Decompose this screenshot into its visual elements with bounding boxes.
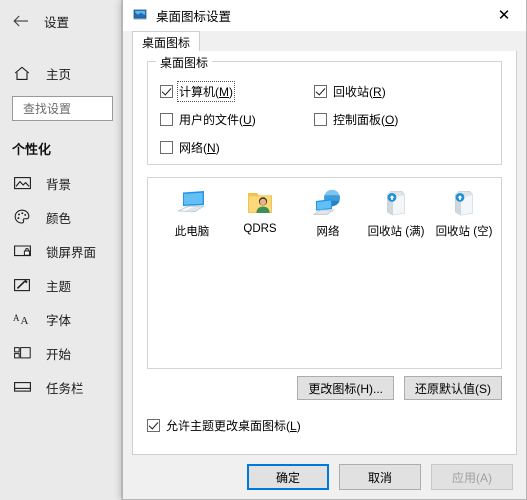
sidebar-item-themes[interactable]: 主题	[0, 268, 121, 302]
preview-item-recycle-bin-full[interactable]: 回收站 (满)	[362, 187, 430, 239]
preview-caption-recycle-bin-full: 回收站 (满)	[367, 226, 425, 238]
dialog-tabpage: 桌面图标 计算机(M) 回收站(R) 用户的文件(U) 控制面板(O) 网络(N…	[132, 51, 517, 455]
sidebar-item-label-home: 主页	[46, 67, 72, 82]
close-icon[interactable]: ✕	[482, 0, 526, 29]
taskbar-icon	[12, 377, 32, 397]
this-pc-icon	[176, 187, 208, 219]
sidebar-item-home[interactable]: 主页	[0, 56, 121, 90]
checkbox-control-panel[interactable]: 控制面板(O)	[314, 111, 398, 128]
preview-caption-recycle-bin-empty: 回收站 (空)	[435, 226, 493, 238]
sidebar-item-label-fonts: 字体	[46, 313, 72, 328]
dialog-title: 桌面图标设置	[156, 9, 232, 24]
palette-icon	[12, 207, 32, 227]
lock-screen-icon	[12, 241, 32, 261]
checkbox-label-network: 网络(N)	[179, 141, 220, 155]
desktop-icon-settings-icon	[132, 7, 148, 23]
desktop-icons-groupbox: 桌面图标 计算机(M) 回收站(R) 用户的文件(U) 控制面板(O) 网络(N…	[147, 54, 502, 165]
start-menu-icon	[12, 343, 32, 363]
checkbox-label-control-panel: 控制面板(O)	[333, 113, 399, 127]
settings-sidebar: 设置 主页 个性化 背景	[0, 0, 122, 500]
search-settings-box[interactable]	[12, 96, 113, 121]
svg-text:A: A	[21, 315, 29, 326]
checkbox-recycle-bin[interactable]: 回收站(R)	[314, 83, 386, 100]
sidebar-item-label-start: 开始	[46, 347, 72, 362]
sidebar-item-fonts[interactable]: A A 字体	[0, 302, 121, 336]
sidebar-item-label-themes: 主题	[46, 279, 72, 294]
user-folder-icon	[244, 187, 276, 219]
theme-brush-icon	[12, 275, 32, 295]
preview-caption-user-folder: QDRS	[243, 223, 277, 235]
search-input[interactable]	[21, 100, 112, 117]
checkbox-label-user-files: 用户的文件(U)	[179, 113, 256, 127]
network-icon	[312, 187, 344, 219]
settings-header: 设置	[0, 0, 121, 42]
sidebar-item-taskbar[interactable]: 任务栏	[0, 370, 121, 404]
icon-preview-panel: 此电脑 QDRS 网络 回收站 (满) 回收站 (空)	[147, 177, 502, 369]
preview-item-recycle-bin-empty[interactable]: 回收站 (空)	[430, 187, 498, 239]
sidebar-item-label-colors: 颜色	[46, 211, 72, 226]
sidebar-item-start[interactable]: 开始	[0, 336, 121, 370]
checkbox-user-files[interactable]: 用户的文件(U)	[160, 111, 256, 128]
checkbox-label-allow-theme-change: 允许主题更改桌面图标(L)	[166, 419, 301, 433]
change-icon-button[interactable]: 更改图标(H)...	[297, 376, 394, 400]
sidebar-section-heading: 个性化	[12, 142, 52, 157]
checkbox-computer[interactable]: 计算机(M)	[160, 81, 236, 102]
checkbox-box-user-files[interactable]	[160, 113, 173, 126]
dialog-titlebar[interactable]: 桌面图标设置 ✕	[123, 0, 526, 31]
sidebar-item-label-taskbar: 任务栏	[46, 381, 84, 396]
recycle-bin-empty-icon	[448, 187, 480, 219]
checkbox-box-recycle-bin[interactable]	[314, 85, 327, 98]
recycle-bin-full-icon	[380, 187, 412, 219]
sidebar-item-background[interactable]: 背景	[0, 166, 121, 200]
svg-text:A: A	[13, 313, 20, 323]
checkbox-label-recycle-bin: 回收站(R)	[333, 85, 386, 99]
home-icon	[12, 63, 32, 83]
font-icon: A A	[12, 309, 32, 329]
dialog-footer: 确定 取消 应用(A)	[123, 455, 526, 499]
dialog-tabstrip: 桌面图标	[132, 30, 517, 53]
sidebar-item-label-background: 背景	[46, 177, 72, 192]
checkbox-box-control-panel[interactable]	[314, 113, 327, 126]
preview-item-user-folder[interactable]: QDRS	[226, 187, 294, 239]
tab-desktop-icons[interactable]: 桌面图标	[132, 31, 201, 53]
preview-item-network[interactable]: 网络	[294, 187, 362, 239]
back-arrow-icon[interactable]	[10, 10, 32, 32]
icon-action-buttons: 更改图标(H)... 还原默认值(S)	[297, 376, 502, 400]
checkbox-box-allow-theme-change[interactable]	[147, 419, 160, 432]
desktop-icon-settings-dialog: 桌面图标设置 ✕ 桌面图标 桌面图标 计算机(M) 回收站(R) 用户的文件(U…	[122, 0, 527, 500]
checkbox-box-computer[interactable]	[160, 85, 173, 98]
checkbox-box-network[interactable]	[160, 141, 173, 154]
apply-button: 应用(A)	[431, 464, 513, 490]
cancel-button[interactable]: 取消	[339, 464, 421, 490]
checkbox-network[interactable]: 网络(N)	[160, 139, 220, 156]
checkbox-label-computer: 计算机(M)	[176, 81, 236, 102]
sidebar-item-label-lock-screen: 锁屏界面	[46, 245, 97, 260]
icon-preview-list: 此电脑 QDRS 网络 回收站 (满) 回收站 (空)	[148, 178, 501, 239]
checkbox-allow-theme-change[interactable]: 允许主题更改桌面图标(L)	[147, 417, 301, 434]
ok-button[interactable]: 确定	[247, 464, 329, 490]
settings-app-title: 设置	[44, 15, 70, 30]
picture-icon	[12, 173, 32, 193]
preview-caption-network: 网络	[316, 226, 340, 238]
groupbox-legend: 桌面图标	[156, 54, 213, 71]
sidebar-item-colors[interactable]: 颜色	[0, 200, 121, 234]
preview-caption-this-pc: 此电脑	[174, 226, 210, 238]
restore-default-button[interactable]: 还原默认值(S)	[404, 376, 502, 400]
preview-item-this-pc[interactable]: 此电脑	[158, 187, 226, 239]
sidebar-item-lock-screen[interactable]: 锁屏界面	[0, 234, 121, 268]
